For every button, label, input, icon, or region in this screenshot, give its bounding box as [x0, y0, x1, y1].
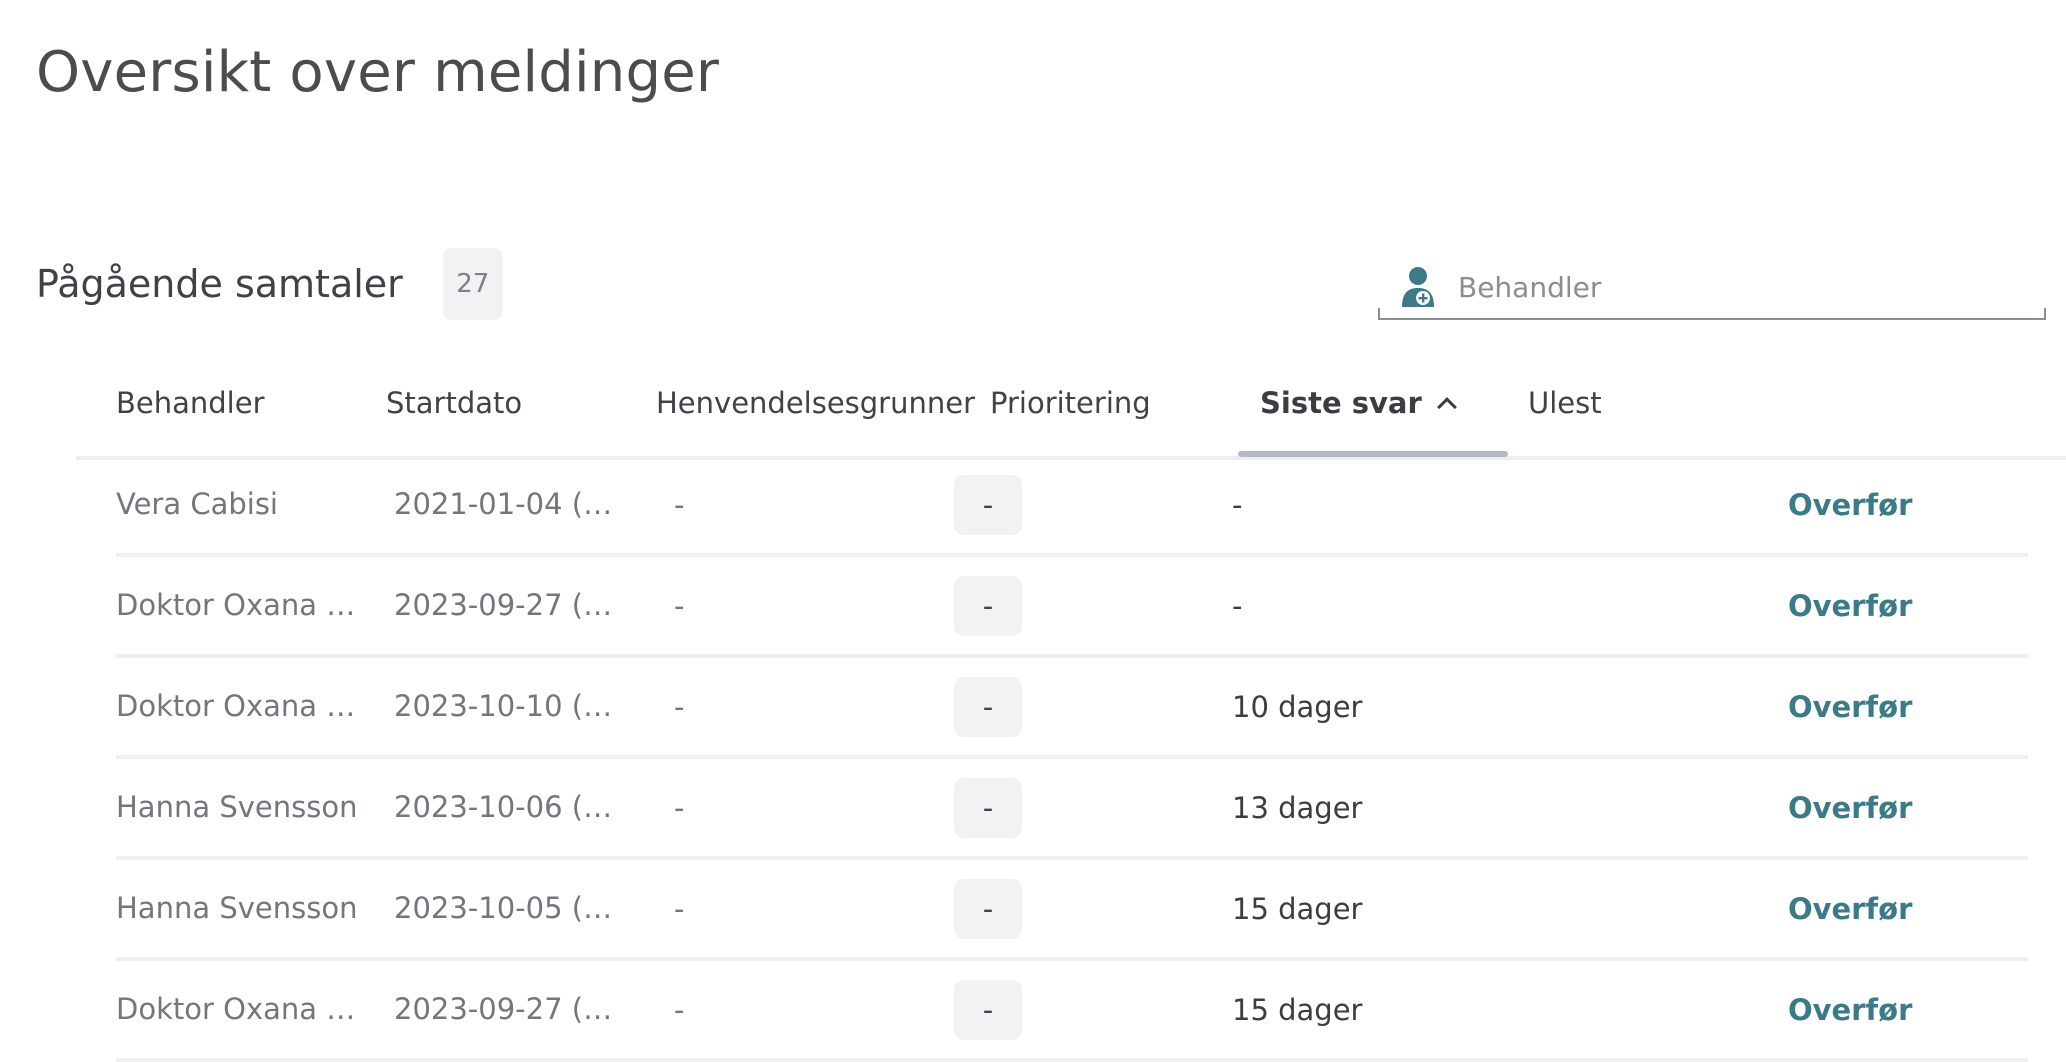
behandler-input[interactable] — [1456, 261, 2020, 313]
transfer-button[interactable]: Overfør — [1788, 557, 1948, 654]
cell-henvendelsesgrunner: - — [674, 487, 685, 522]
transfer-button[interactable]: Overfør — [1788, 860, 1948, 957]
cell-behandler: Doktor Oxana G… — [116, 588, 358, 622]
cell-siste-svar: - — [1232, 588, 1243, 623]
cell-prioritering: - — [954, 456, 1022, 553]
column-header-behandler[interactable]: Behandler — [116, 386, 265, 420]
column-header-henvendelsesgrunner[interactable]: Henvendelsesgrunner — [656, 386, 975, 420]
count-badge: 27 — [442, 248, 503, 320]
transfer-button[interactable]: Overfør — [1788, 658, 1948, 755]
cell-startdato: 2023-10-06 (13 … — [394, 790, 628, 824]
table-header: Behandler Startdato Henvendelsesgrunner … — [76, 366, 2066, 460]
column-header-siste-svar[interactable]: Siste svar — [1260, 386, 1457, 420]
cell-prioritering: - — [954, 658, 1022, 755]
cell-startdato: 2023-10-05 (15 … — [394, 891, 628, 925]
cell-henvendelsesgrunner: - — [674, 588, 685, 623]
section-header: Pågående samtaler 27 — [36, 248, 503, 320]
cell-behandler: Vera Cabisi — [116, 487, 278, 521]
cell-behandler: Doktor Oxana G… — [116, 992, 358, 1026]
column-header-siste-svar-label: Siste svar — [1260, 386, 1422, 420]
cell-behandler: Hanna Svensson — [116, 891, 358, 925]
column-header-ulest[interactable]: Ulest — [1528, 386, 1602, 420]
cell-henvendelsesgrunner: - — [674, 689, 685, 724]
transfer-button[interactable]: Overfør — [1788, 456, 1948, 553]
cell-prioritering: - — [954, 557, 1022, 654]
table-row[interactable]: Doktor Oxana G… 2023-09-27 (23 … - - - O… — [116, 557, 2028, 658]
table-row[interactable]: Hanna Svensson 2023-10-05 (15 … - - 15 d… — [116, 860, 2028, 961]
priority-badge: - — [954, 474, 1022, 535]
cell-henvendelsesgrunner: - — [674, 891, 685, 926]
cell-siste-svar: 15 dager — [1232, 891, 1363, 926]
priority-badge: - — [954, 777, 1022, 838]
column-header-startdato[interactable]: Startdato — [386, 386, 522, 420]
transfer-button[interactable]: Overfør — [1788, 961, 1948, 1058]
cell-siste-svar: 15 dager — [1232, 992, 1363, 1027]
column-header-prioritering[interactable]: Prioritering — [990, 386, 1151, 420]
cell-siste-svar: - — [1232, 487, 1243, 522]
table-row[interactable]: Vera Cabisi 2021-01-04 (10… - - - Overfø… — [116, 456, 2028, 557]
cell-prioritering: - — [954, 860, 1022, 957]
cell-startdato: 2023-10-10 (10 … — [394, 689, 628, 723]
transfer-button[interactable]: Overfør — [1788, 759, 1948, 856]
table-row[interactable]: Doktor Oxana G… 2023-09-27 (23 … - - 15 … — [116, 961, 2028, 1062]
page-title: Oversikt over meldinger — [36, 40, 720, 105]
priority-badge: - — [954, 878, 1022, 939]
behandler-filter[interactable] — [1378, 256, 2046, 320]
cell-behandler: Doktor Oxana G… — [116, 689, 358, 723]
doctor-icon — [1398, 265, 1438, 309]
cell-siste-svar: 10 dager — [1232, 689, 1363, 724]
chevron-up-icon — [1436, 397, 1457, 417]
priority-badge: - — [954, 575, 1022, 636]
cell-siste-svar: 13 dager — [1232, 790, 1363, 825]
cell-henvendelsesgrunner: - — [674, 992, 685, 1027]
conversation-table-body: Vera Cabisi 2021-01-04 (10… - - - Overfø… — [116, 456, 2028, 1062]
cell-prioritering: - — [954, 961, 1022, 1058]
table-row[interactable]: Doktor Oxana G… 2023-10-10 (10 … - - 10 … — [116, 658, 2028, 759]
cell-behandler: Hanna Svensson — [116, 790, 358, 824]
cell-startdato: 2023-09-27 (23 … — [394, 992, 628, 1026]
priority-badge: - — [954, 979, 1022, 1040]
cell-startdato: 2021-01-04 (10… — [394, 487, 628, 521]
table-row[interactable]: Hanna Svensson 2023-10-06 (13 … - - 13 d… — [116, 759, 2028, 860]
priority-badge: - — [954, 676, 1022, 737]
section-title: Pågående samtaler — [36, 262, 403, 306]
cell-prioritering: - — [954, 759, 1022, 856]
cell-startdato: 2023-09-27 (23 … — [394, 588, 628, 622]
cell-henvendelsesgrunner: - — [674, 790, 685, 825]
